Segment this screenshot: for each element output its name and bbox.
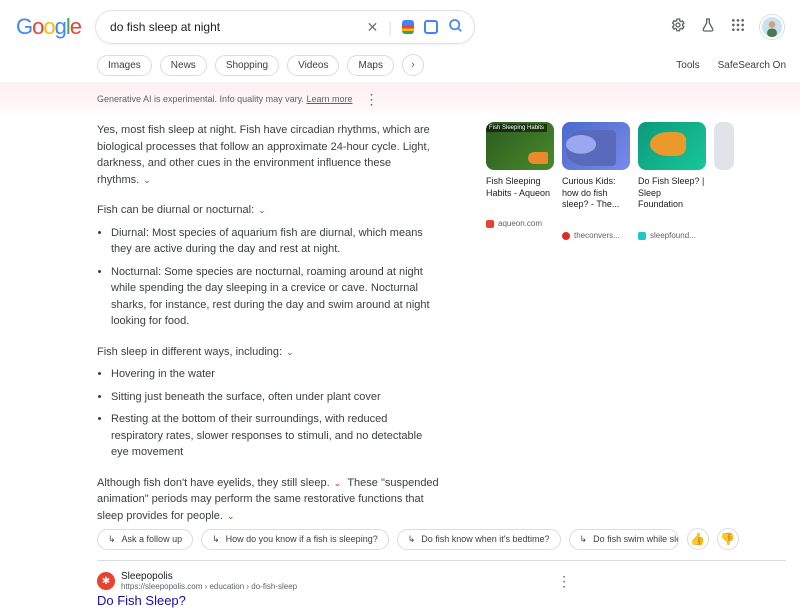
source-card[interactable]: Curious Kids: how do fish sleep? - The..… <box>562 122 630 524</box>
source-card[interactable]: Do Fish Sleep? | Sleep Foundation sleepf… <box>638 122 706 524</box>
search-input[interactable] <box>110 20 361 34</box>
gear-icon[interactable] <box>670 17 686 38</box>
safesearch-link[interactable]: SafeSearch On <box>718 60 786 71</box>
expand-icon[interactable]: ⌄ <box>286 347 294 357</box>
apps-icon[interactable] <box>730 17 746 38</box>
source-card[interactable]: Fish Sleeping Habits Fish Sleeping Habit… <box>486 122 554 524</box>
list-item: Hovering in the water <box>111 366 442 383</box>
google-logo[interactable]: Google <box>16 14 81 40</box>
search-result[interactable]: ✱ Sleepopolis https://sleepopolis.com › … <box>0 561 800 608</box>
tools-link[interactable]: Tools <box>676 60 699 71</box>
mic-icon[interactable] <box>402 20 414 34</box>
expand-icon[interactable]: ⌄ <box>334 478 342 488</box>
suggestion-chip[interactable]: ↳Do fish swim while sleeping? <box>569 529 679 550</box>
source-cards: Fish Sleeping Habits Fish Sleeping Habit… <box>486 122 786 524</box>
expand-icon[interactable]: ⌄ <box>227 511 235 521</box>
avatar[interactable] <box>760 15 784 39</box>
tab-shopping[interactable]: Shopping <box>215 55 279 76</box>
suggestion-chip[interactable]: ↳How do you know if a fish is sleeping? <box>201 529 389 550</box>
tab-news[interactable]: News <box>160 55 207 76</box>
suggestion-chip[interactable]: ↳Do fish know when it's bedtime? <box>397 529 561 550</box>
tab-videos[interactable]: Videos <box>287 55 339 76</box>
learn-more-link[interactable]: Learn more <box>306 94 352 104</box>
search-bar[interactable]: ✕ | <box>95 10 475 44</box>
list-item: Resting at the bottom of their surroundi… <box>111 411 442 461</box>
more-tabs-icon[interactable]: › <box>402 54 424 76</box>
source-card-partial[interactable] <box>714 122 734 524</box>
tab-images[interactable]: Images <box>97 55 152 76</box>
clear-icon[interactable]: ✕ <box>367 19 379 36</box>
tab-maps[interactable]: Maps <box>347 55 393 76</box>
result-title[interactable]: Do Fish Sleep? <box>97 593 800 608</box>
more-options-icon[interactable]: ⋮ <box>364 91 378 108</box>
expand-icon[interactable]: ⌄ <box>143 175 151 185</box>
followup-chip[interactable]: ↳Ask a follow up <box>97 529 193 550</box>
list-item: Nocturnal: Some species are nocturnal, r… <box>111 264 442 330</box>
ai-answer: Yes, most fish sleep at night. Fish have… <box>97 122 442 524</box>
labs-icon[interactable] <box>700 17 716 38</box>
ai-disclaimer: Generative AI is experimental. Info qual… <box>97 94 352 104</box>
list-item: Diurnal: Most species of aquarium fish a… <box>111 225 442 258</box>
favicon: ✱ <box>97 572 115 590</box>
thumbs-up-icon[interactable]: 👍 <box>687 528 709 550</box>
lens-icon[interactable] <box>424 20 438 34</box>
list-item: Sitting just beneath the surface, often … <box>111 389 442 406</box>
thumbs-down-icon[interactable]: 👎 <box>717 528 739 550</box>
result-menu-icon[interactable]: ⋮ <box>557 573 571 590</box>
search-icon[interactable] <box>448 18 464 37</box>
expand-icon[interactable]: ⌄ <box>258 205 266 215</box>
